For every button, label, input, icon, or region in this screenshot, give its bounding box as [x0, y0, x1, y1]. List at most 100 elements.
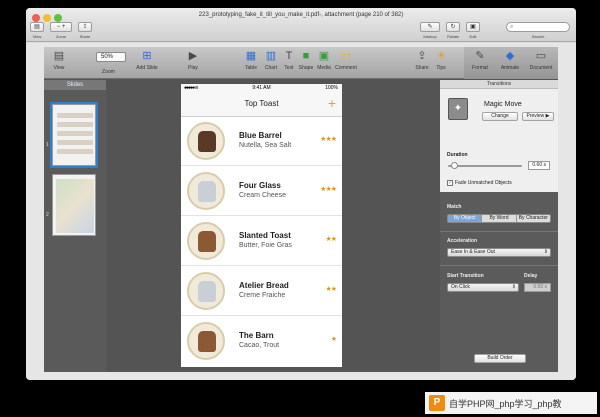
- slide-thumbnail-2[interactable]: [52, 174, 96, 236]
- shape-icon: ■: [302, 50, 310, 62]
- add-slide-button[interactable]: ⊞ Add Slide: [134, 50, 160, 71]
- play-button[interactable]: ▶ Play: [184, 50, 202, 71]
- status-bar: ●●●●● ≋ 9:41 AM 100%: [181, 84, 342, 93]
- match-label: Match: [447, 204, 462, 210]
- inspector-tabs: ✎ Format ◆ Animate ▭ Document: [464, 47, 558, 79]
- edit-button[interactable]: ▣: [466, 22, 480, 32]
- animate-button[interactable]: ◆ Animate: [498, 50, 522, 71]
- star-rating: ★★★: [320, 136, 337, 143]
- kn-zoom-select[interactable]: 50%: [96, 52, 126, 62]
- map-image: [56, 179, 94, 233]
- list-item[interactable]: Atelier Bread Creme Fraiche ★★: [181, 267, 342, 316]
- share-icon: ⇪: [417, 50, 427, 62]
- match-by-object[interactable]: By Object: [448, 215, 483, 222]
- chart-button[interactable]: ▥ Chart: [262, 50, 280, 71]
- inspector-highlight: Transitions ✦ Magic Move Change Preview …: [440, 80, 558, 192]
- rotate-button[interactable]: ↻: [446, 22, 460, 32]
- media-button[interactable]: ▣ Media: [316, 50, 332, 71]
- view-icon: ▤: [53, 50, 65, 62]
- view-button[interactable]: ▤: [30, 22, 44, 32]
- play-icon: ▶: [188, 50, 198, 62]
- close-button[interactable]: [32, 14, 40, 22]
- shape-button[interactable]: ■ Shape: [298, 50, 314, 71]
- kn-share-button[interactable]: ⇪ Share: [414, 50, 430, 71]
- list-item[interactable]: Blue Barrel Nutella, Sea Salt ★★★: [181, 117, 342, 166]
- chart-label: Chart: [264, 65, 278, 71]
- keynote-screenshot: ▤ View 50% Zoom ⊞ Add Slide ▶ Play ▦ Tab…: [44, 47, 558, 372]
- document-page: ▤ View 50% Zoom ⊞ Add Slide ▶ Play ▦ Tab…: [26, 43, 576, 380]
- table-icon: ▦: [245, 50, 257, 62]
- acceleration-select[interactable]: Ease In & Ease Out ⇕: [447, 248, 551, 257]
- zoom-out-icon: −: [56, 24, 61, 30]
- kn-view-button[interactable]: ▤ View: [50, 50, 68, 71]
- build-order-button[interactable]: Build Order: [474, 354, 526, 363]
- item-subtitle: Cream Cheese: [239, 192, 287, 199]
- chart-icon: ▥: [265, 50, 277, 62]
- watermark-banner: P 自学PHP网_php学习_php教: [425, 392, 597, 414]
- chevron-down-icon: ⇕: [511, 284, 516, 290]
- share-label: Share: [79, 34, 91, 39]
- list-item[interactable]: Slanted Toast Butter, Foie Gras ★★: [181, 217, 342, 266]
- delay-field[interactable]: 0.50 s: [524, 283, 551, 292]
- duration-field[interactable]: 0.60 s: [528, 161, 550, 170]
- preview-button[interactable]: Preview ▶: [522, 112, 554, 121]
- kn-view-label: View: [53, 65, 65, 71]
- list-item[interactable]: Four Glass Cream Cheese ★★★: [181, 167, 342, 216]
- fade-label: Fade Unmatched Objects: [455, 180, 512, 186]
- item-subtitle: Creme Fraiche: [239, 292, 286, 299]
- duration-label: Duration: [447, 152, 468, 158]
- text-button[interactable]: T Text: [282, 50, 296, 71]
- toast-image: [187, 172, 225, 210]
- search-input[interactable]: ⌕: [506, 22, 570, 32]
- share-icon: ⇪: [82, 24, 88, 30]
- toast-image: [187, 222, 225, 260]
- comment-icon: ▭: [340, 50, 352, 62]
- markup-button[interactable]: ✎: [420, 22, 440, 32]
- thumbnail-row: [57, 140, 93, 145]
- markup-label: Markup: [423, 34, 437, 39]
- magic-move-icon: ✦: [448, 98, 468, 120]
- start-transition-select[interactable]: On Click ⇕: [447, 283, 519, 292]
- maximize-button[interactable]: [54, 14, 62, 22]
- tips-button[interactable]: ☀ Tips: [434, 50, 448, 71]
- keynote-toolbar: ▤ View 50% Zoom ⊞ Add Slide ▶ Play ▦ Tab…: [44, 47, 558, 79]
- signal-icon: ●●●●● ≋: [184, 85, 199, 91]
- zoom-label: Zoom: [55, 34, 67, 39]
- add-icon[interactable]: +: [328, 95, 336, 111]
- table-button[interactable]: ▦ Table: [242, 50, 260, 71]
- item-subtitle: Cacao, Trout: [239, 342, 280, 349]
- match-by-word[interactable]: By Word: [482, 215, 517, 222]
- match-segmented-control: By Object By Word By Character: [447, 214, 551, 223]
- inspector-tab: Transitions: [440, 80, 558, 89]
- table-label: Table: [245, 65, 257, 71]
- comment-button[interactable]: ▭ Comment: [334, 50, 358, 71]
- phone-mockup: ●●●●● ≋ 9:41 AM 100% Top Toast + Blue Ba…: [181, 84, 342, 367]
- item-subtitle: Butter, Foie Gras: [239, 242, 292, 249]
- format-button[interactable]: ✎ Format: [468, 50, 492, 71]
- document-icon: ▭: [535, 50, 547, 62]
- title-bar: 223_prototyping_fake_it_till_you_make_it…: [26, 8, 576, 42]
- share-button[interactable]: ⇪: [78, 22, 92, 32]
- thumbnail-row: [57, 122, 93, 127]
- minimize-button[interactable]: [43, 14, 51, 22]
- zoom-button[interactable]: − +: [50, 22, 72, 32]
- list-item[interactable]: The Barn Cacao, Trout ★: [181, 317, 342, 366]
- slide-thumbnail-1[interactable]: [50, 102, 98, 168]
- kn-share-label: Share: [415, 65, 429, 71]
- rotate-label: Rotate: [447, 34, 459, 39]
- start-transition-label: Start Transition: [447, 273, 484, 279]
- document-button[interactable]: ▭ Document: [528, 50, 554, 71]
- star-rating: ★★: [325, 236, 337, 243]
- media-label: Media: [317, 65, 331, 71]
- slide-number: 1: [46, 142, 49, 148]
- format-label: Format: [472, 65, 488, 71]
- animate-label: Animate: [500, 65, 520, 71]
- match-by-character[interactable]: By Character: [517, 215, 550, 222]
- duration-slider[interactable]: [448, 162, 522, 169]
- nav-bar: Top Toast +: [181, 93, 342, 117]
- effect-name: Magic Move: [484, 101, 522, 108]
- slider-knob[interactable]: [451, 162, 458, 169]
- item-name: Four Glass: [239, 181, 281, 190]
- change-button[interactable]: Change: [482, 112, 518, 121]
- fade-checkbox[interactable]: ✓: [447, 180, 453, 186]
